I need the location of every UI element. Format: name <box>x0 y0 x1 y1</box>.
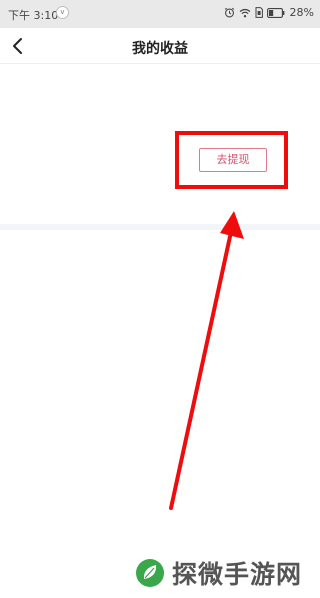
notification-badge: v <box>56 6 69 19</box>
earnings-card <box>0 65 320 225</box>
nav-bar: 我的收益 <box>0 28 320 64</box>
status-bar: 下午 3:10 v 28% <box>0 0 320 28</box>
annotation-arrow-shaft <box>169 230 233 510</box>
status-time: 下午 3:10 <box>8 9 59 22</box>
sim-icon <box>255 7 263 18</box>
alarm-icon <box>224 7 234 18</box>
page-title: 我的收益 <box>132 41 188 57</box>
watermark-text: 探微手游网 <box>172 560 303 589</box>
status-icons: 28% <box>224 6 314 19</box>
battery-percent: 28% <box>289 6 314 19</box>
wifi-icon <box>239 8 250 17</box>
section-divider <box>0 224 320 230</box>
leaf-logo-icon <box>136 559 164 587</box>
watermark: 探微手游网 <box>134 556 302 590</box>
battery-icon <box>266 7 284 18</box>
withdraw-button[interactable]: 去提现 <box>199 148 267 172</box>
